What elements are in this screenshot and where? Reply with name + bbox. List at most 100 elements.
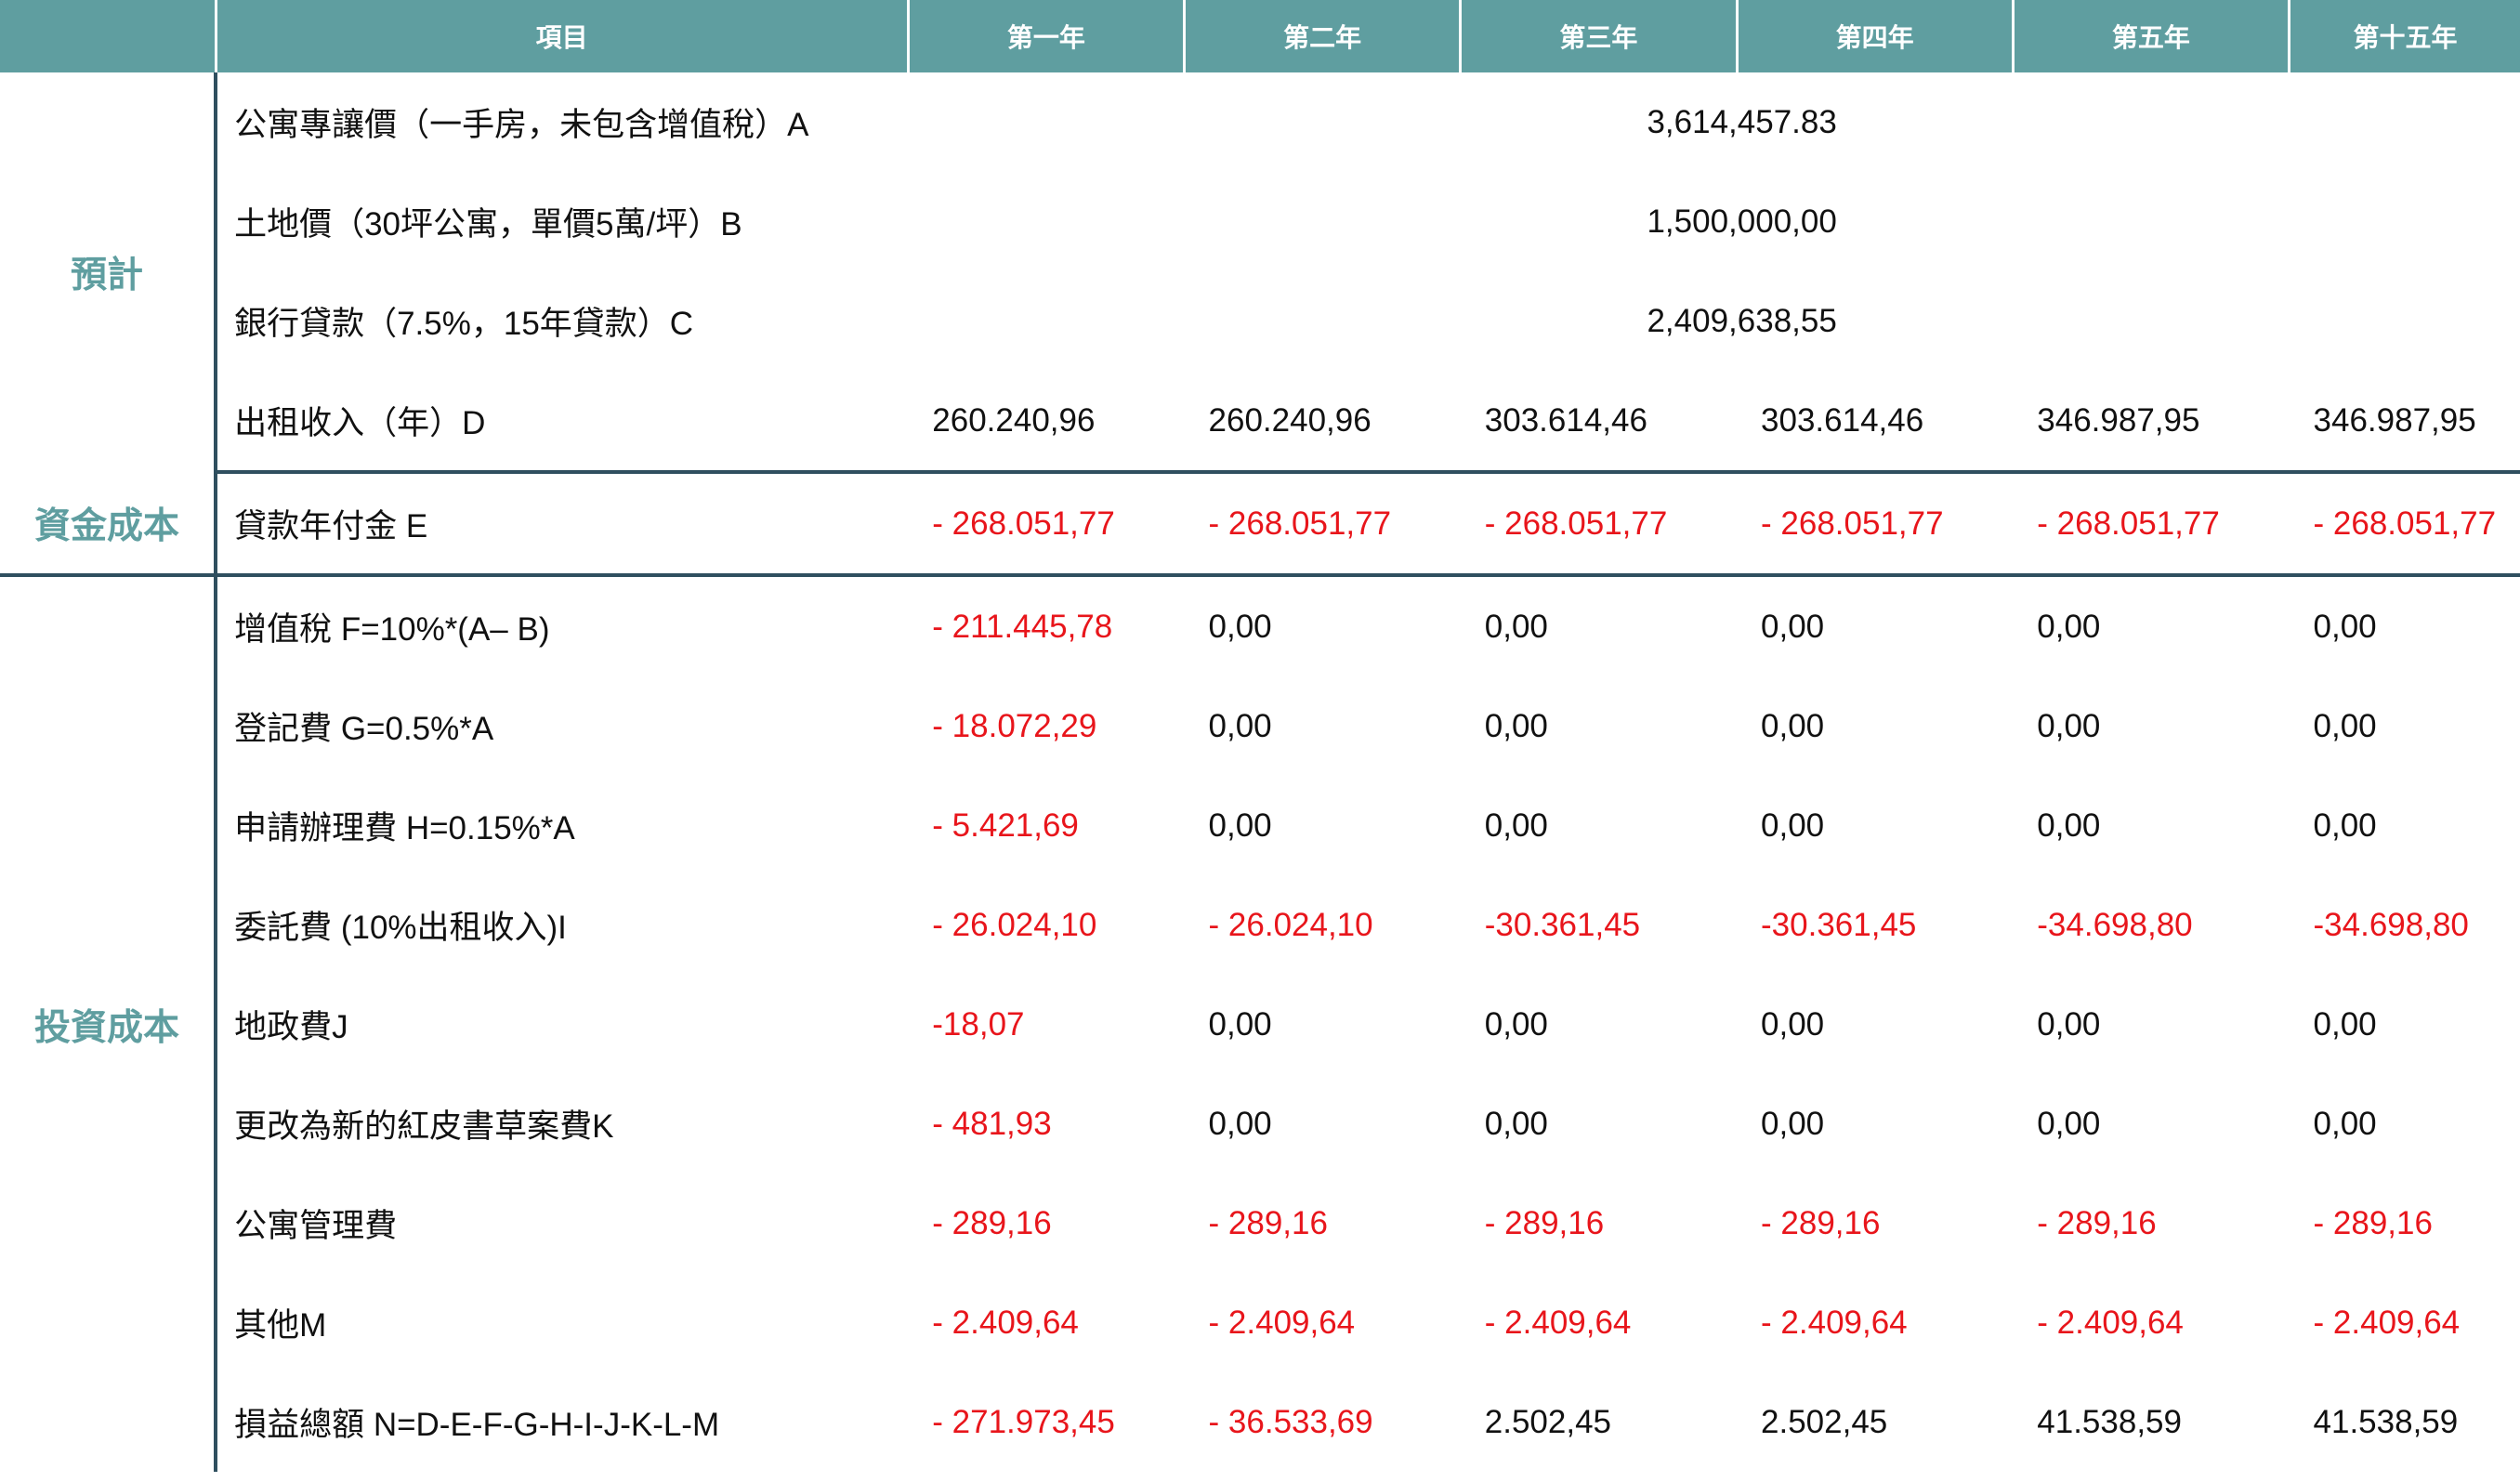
row-label: 申請辦理費 H=0.15%*A: [234, 810, 575, 846]
value-cell: 0,00: [2313, 608, 2377, 645]
value-cell: 0,00: [2313, 707, 2377, 744]
header-year-15: 第十五年: [2289, 0, 2520, 72]
financial-table: 項目 第一年 第二年 第三年 第四年 第五年 第十五年 預計 公寓專讓價（一手房…: [0, 0, 2520, 1472]
value-cell: 0,00: [1208, 1105, 1272, 1142]
value-cell: - 26.024,10: [1208, 906, 1373, 943]
row-label: 貸款年付金 E: [216, 472, 909, 577]
value-cell: - 289,16: [2037, 1204, 2157, 1241]
value-cell: - 5.421,69: [932, 807, 1079, 844]
row-label: 銀行貸款（7.5%，15年貸款）C: [234, 306, 694, 342]
value-cell: 2.502,45: [1484, 1403, 1612, 1440]
value-cell: 0,00: [1484, 1005, 1548, 1043]
row-label: 公寓管理費: [234, 1208, 398, 1244]
value-cell: 0,00: [1208, 608, 1272, 645]
table-row: 委託費 (10%出租收入)I - 26.024,10 - 26.024,10 -…: [0, 875, 2520, 975]
value-cell: 0,00: [1208, 1005, 1272, 1043]
value-cell: 0,00: [1208, 707, 1272, 744]
value-cell: - 36.533,69: [1208, 1403, 1373, 1440]
table-row: 登記費 G=0.5%*A - 18.072,29 0,00 0,00 0,00 …: [0, 676, 2520, 776]
row-label: 出租收入（年）D: [216, 371, 909, 474]
value-cell: - 271.973,45: [932, 1403, 1115, 1440]
row-label: 地政費J: [234, 1009, 348, 1045]
value-cell: - 2.409,64: [1484, 1304, 1632, 1341]
value-cell: - 268.051,77: [908, 472, 1185, 577]
value-cell: - 2.409,64: [932, 1304, 1079, 1341]
value-cell: 0,00: [2037, 807, 2101, 844]
row-label: 登記費 G=0.5%*A: [234, 711, 494, 747]
header-year-5: 第五年: [2013, 0, 2291, 72]
value-cell: 0,00: [2313, 1105, 2377, 1142]
value-cell: 0,00: [1208, 807, 1272, 844]
table-row: 預計 公寓專讓價（一手房，未包含增值稅）A 3,614,457.83: [0, 72, 2520, 472]
value-cell: - 481,93: [932, 1105, 1052, 1142]
row-value: 2,409,638,55: [1647, 302, 1837, 339]
value-cell: 0,00: [2037, 1005, 2101, 1043]
header-year-1: 第一年: [908, 0, 1187, 72]
value-cell: 0,00: [1761, 707, 1825, 744]
group-label-forecast: 預計: [0, 72, 218, 472]
value-cell: - 289,16: [1484, 1204, 1605, 1241]
table-row: 資金成本 貸款年付金 E - 268.051,77 - 268.051,77 -…: [0, 472, 2520, 577]
row-label: 土地價（30坪公寓，單價5萬/坪）B: [234, 206, 742, 243]
value-cell: - 268.051,77: [1737, 472, 2014, 577]
value-cell: 41.538,59: [2037, 1403, 2182, 1440]
table-row: 申請辦理費 H=0.15%*A - 5.421,69 0,00 0,00 0,0…: [0, 776, 2520, 875]
value-cell: - 268.051,77: [1184, 472, 1461, 577]
value-cell: 0,00: [1484, 807, 1548, 844]
value-cell: -30.361,45: [1761, 906, 1917, 943]
value-cell: -30.361,45: [1484, 906, 1641, 943]
header-year-2: 第二年: [1184, 0, 1463, 72]
value-cell: - 268.051,77: [2289, 472, 2520, 577]
value-cell: - 2.409,64: [1208, 1304, 1356, 1341]
value-cell: - 289,16: [1208, 1204, 1328, 1241]
header-group-cell: [0, 0, 217, 72]
header-item: 項目: [216, 0, 910, 72]
row-label: 增值稅 F=10%*(A– B): [234, 611, 550, 648]
value-cell: 0,00: [2037, 1105, 2101, 1142]
value-cell: 0,00: [1761, 1005, 1825, 1043]
value-cell: 0,00: [1484, 608, 1548, 645]
value-cell: - 268.051,77: [2013, 472, 2290, 577]
value-cell: 303.614,46: [1460, 371, 1738, 474]
row-value: 3,614,457.83: [1647, 103, 1837, 140]
table-row: 出租收入（年）D 260.240,96 260.240,96 303.614,4…: [0, 371, 2520, 474]
group-label-investment-cost: 投資成本: [0, 575, 218, 1472]
value-cell: - 2.409,64: [2313, 1304, 2461, 1341]
value-cell: 0,00: [1484, 1105, 1548, 1142]
value-cell: 0,00: [1761, 807, 1825, 844]
header-row: 項目 第一年 第二年 第三年 第四年 第五年 第十五年: [0, 0, 2520, 72]
value-cell: 303.614,46: [1737, 371, 2014, 474]
table-row: 公寓管理費 - 289,16 - 289,16 - 289,16 - 289,1…: [0, 1174, 2520, 1273]
value-cell: -18,07: [932, 1005, 1025, 1043]
value-cell: - 289,16: [932, 1204, 1052, 1241]
table-row: 其他M - 2.409,64 - 2.409,64 - 2.409,64 - 2…: [0, 1273, 2520, 1372]
value-cell: 2.502,45: [1761, 1403, 1888, 1440]
value-cell: 41.538,59: [2313, 1403, 2459, 1440]
row-value: 1,500,000,00: [1647, 203, 1837, 240]
value-cell: 260.240,96: [908, 371, 1185, 474]
header-year-4: 第四年: [1737, 0, 2015, 72]
value-cell: - 26.024,10: [932, 906, 1097, 943]
value-cell: 346.987,95: [2289, 371, 2520, 474]
table-row: 損益總額 N=D-E-F-G-H-I-J-K-L-M - 271.973,45 …: [0, 1372, 2520, 1472]
row-label: 公寓專讓價（一手房，未包含增值稅）A: [234, 107, 809, 143]
value-cell: 260.240,96: [1184, 371, 1461, 474]
table-row: 投資成本 增值稅 F=10%*(A– B) - 211.445,78 0,00 …: [0, 575, 2520, 1472]
table-row: 更改為新的紅皮書草案費K - 481,93 0,00 0,00 0,00 0,0…: [0, 1074, 2520, 1174]
value-cell: -34.698,80: [2313, 906, 2469, 943]
row-label: 委託費 (10%出租收入)I: [234, 910, 567, 946]
value-cell: 0,00: [2037, 608, 2101, 645]
table-row: 土地價（30坪公寓，單價5萬/坪）B 1,500,000,00: [0, 172, 2520, 271]
value-cell: - 2.409,64: [1761, 1304, 1908, 1341]
value-cell: - 289,16: [2313, 1204, 2433, 1241]
value-cell: - 268.051,77: [1460, 472, 1738, 577]
header-year-3: 第三年: [1460, 0, 1739, 72]
row-label: 更改為新的紅皮書草案費K: [234, 1108, 614, 1145]
value-cell: - 18.072,29: [932, 707, 1097, 744]
value-cell: 346.987,95: [2013, 371, 2290, 474]
value-cell: 0,00: [2313, 1005, 2377, 1043]
value-cell: -34.698,80: [2037, 906, 2193, 943]
value-cell: - 2.409,64: [2037, 1304, 2184, 1341]
row-label: 其他M: [234, 1307, 327, 1344]
value-cell: 0,00: [1761, 608, 1825, 645]
